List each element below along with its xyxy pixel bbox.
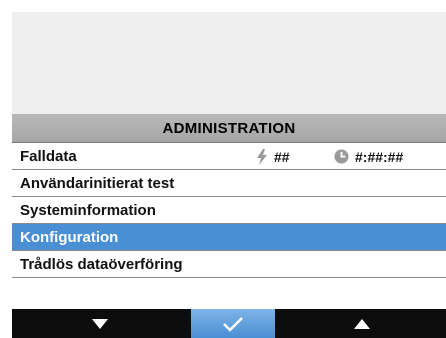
scroll-down-button[interactable] (12, 309, 188, 338)
menu-item-label: Systeminformation (20, 201, 156, 219)
softkey-bar (12, 309, 446, 338)
up-arrow-icon (354, 318, 370, 329)
menu-item-konfiguration[interactable]: Konfiguration (12, 224, 446, 251)
menu-item-label: Användarinitierat test (20, 174, 175, 192)
menu-item-tradlos-dataoverforing[interactable]: Trådlös dataöverföring (12, 251, 446, 278)
menu-item-label: Falldata (20, 147, 77, 165)
shock-count-value: ## (274, 148, 290, 165)
menu-item-anvandarinitierat-test[interactable]: Användarinitierat test (12, 170, 446, 197)
lightning-icon (257, 148, 267, 165)
scroll-up-button[interactable] (278, 309, 446, 338)
menu-title: ADMINISTRATION (12, 114, 446, 143)
select-button[interactable] (188, 309, 278, 338)
menu-item-falldata[interactable]: Falldata ## #:##:## (12, 143, 446, 170)
elapsed-time: #:##:## (334, 143, 403, 170)
menu-item-systeminformation[interactable]: Systeminformation (12, 197, 446, 224)
menu-item-label: Trådlös dataöverföring (20, 255, 183, 273)
elapsed-time-value: #:##:## (355, 148, 404, 165)
shock-count: ## (256, 143, 290, 170)
clock-icon (334, 149, 349, 164)
device-screen: ADMINISTRATION Falldata ## #:##:## Använ… (12, 12, 446, 338)
administration-menu: ADMINISTRATION Falldata ## #:##:## Använ… (12, 114, 446, 309)
checkmark-icon (223, 316, 243, 332)
menu-item-label: Konfiguration (20, 228, 119, 246)
down-arrow-icon (92, 318, 108, 329)
